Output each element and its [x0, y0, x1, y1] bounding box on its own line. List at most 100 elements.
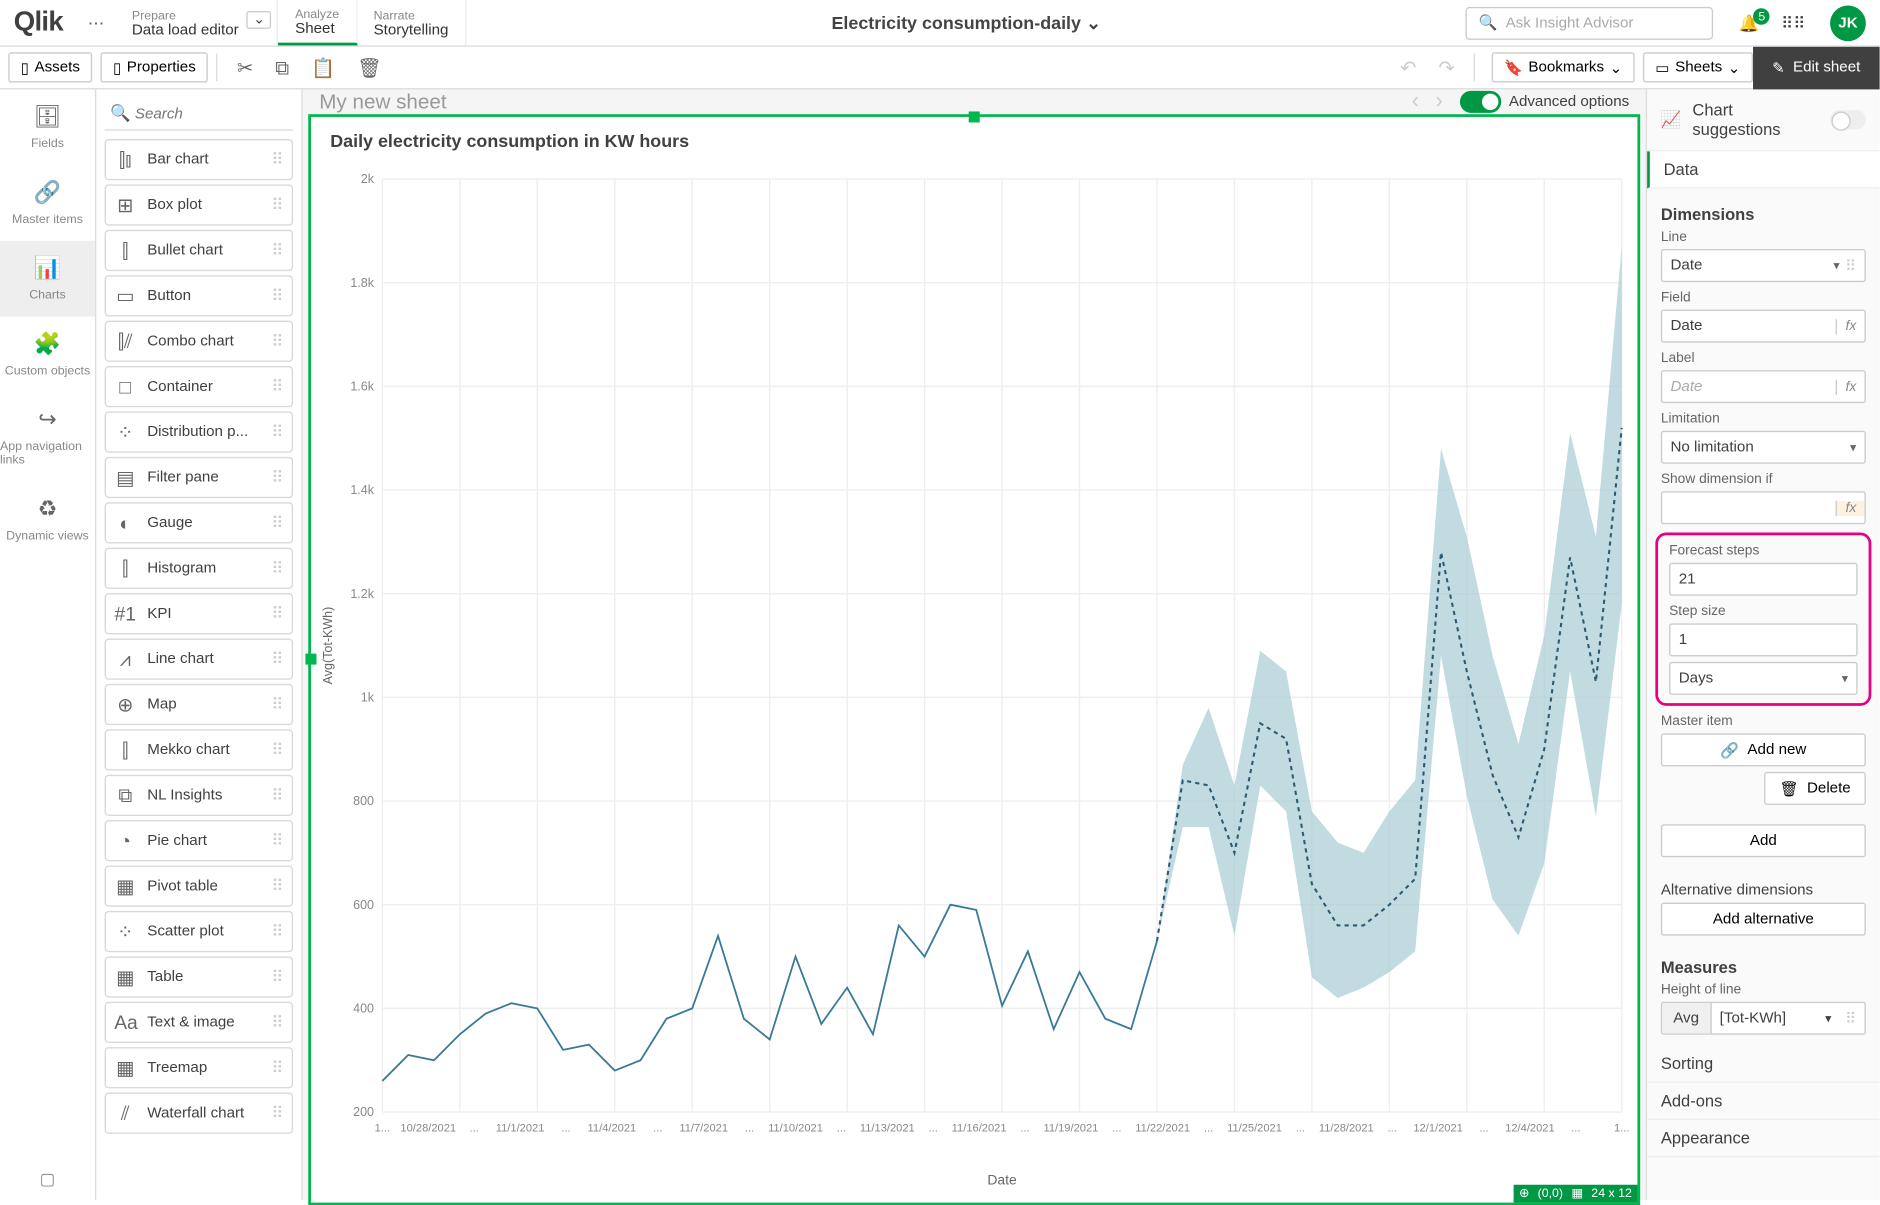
grip-icon[interactable]: ⠿ — [1845, 257, 1856, 275]
sheet-name[interactable]: My new sheet — [319, 90, 446, 113]
chart-type-label: Bullet chart — [147, 242, 223, 259]
sheets-button[interactable]: ▭Sheets ⌄ — [1643, 52, 1753, 82]
limitation-select[interactable]: No limitation▾ — [1661, 431, 1866, 464]
dimension-row[interactable]: Date▾⠿ — [1661, 249, 1866, 282]
limitation-label: Limitation — [1661, 411, 1866, 426]
chart-type-item[interactable]: ⫿Histogram⠿ — [105, 548, 294, 589]
user-avatar[interactable]: JK — [1830, 5, 1866, 41]
grip-icon[interactable]: ⠿ — [1845, 1009, 1864, 1027]
chart-type-label: Box plot — [147, 197, 202, 214]
nav-prepare[interactable]: Prepare Data load editor ⌄ — [115, 0, 278, 45]
chart-type-item[interactable]: #1KPI⠿ — [105, 593, 294, 634]
svg-text:11/10/2021: 11/10/2021 — [768, 1123, 823, 1135]
add-new-button[interactable]: 🔗Add new — [1661, 733, 1866, 766]
chevron-left-icon[interactable]: ‹ — [1403, 89, 1427, 114]
field-input[interactable]: Datefx — [1661, 310, 1866, 343]
fx-icon[interactable]: fx — [1836, 319, 1856, 334]
left-tab-dynamic[interactable]: ♻Dynamic views — [0, 482, 95, 558]
chart-type-item[interactable]: □Container⠿ — [105, 366, 294, 407]
chevron-down-icon[interactable]: ⌄ — [246, 11, 271, 29]
section-sorting[interactable]: Sorting — [1647, 1046, 1880, 1083]
label-input[interactable]: Datefx — [1661, 370, 1866, 403]
notifications-button[interactable]: 🔔 5 — [1728, 13, 1771, 32]
chart-type-item[interactable]: ⁘Scatter plot⠿ — [105, 911, 294, 952]
chart-type-item[interactable]: AaText & image⠿ — [105, 1002, 294, 1043]
add-button[interactable]: Add — [1661, 824, 1866, 857]
forecast-steps-input[interactable]: 21 — [1669, 563, 1858, 596]
chart-type-item[interactable]: ◐Gauge⠿ — [105, 502, 294, 543]
master-item-label: Master item — [1661, 714, 1866, 729]
measure-row[interactable]: Avg [Tot-KWh] ▾ ⠿ — [1661, 1002, 1866, 1035]
show-if-input[interactable]: fx — [1661, 491, 1866, 524]
chart-type-item[interactable]: ⫿Bullet chart⠿ — [105, 230, 294, 271]
delete-button[interactable]: 🗑Delete — [1764, 772, 1866, 805]
svg-text:...: ... — [561, 1123, 570, 1135]
paste-icon[interactable]: 📋 — [300, 56, 346, 79]
chart-type-item[interactable]: ⫿⫽Combo chart⠿ — [105, 321, 294, 362]
chart-type-item[interactable]: ⁘Distribution p...⠿ — [105, 411, 294, 452]
svg-text:...: ... — [745, 1123, 754, 1135]
chart-type-item[interactable]: ⩘Line chart⠿ — [105, 638, 294, 679]
left-tab-charts[interactable]: 📊Charts — [0, 241, 95, 317]
chart-type-icon: ⊕ — [114, 694, 136, 716]
nav-narrate[interactable]: Narrate Storytelling — [357, 0, 466, 45]
chevron-right-icon[interactable]: › — [1427, 89, 1451, 114]
fx-icon[interactable]: fx — [1836, 500, 1865, 515]
chart-type-label: Waterfall chart — [147, 1105, 244, 1122]
insight-search[interactable]: 🔍 Ask Insight Advisor — [1466, 6, 1714, 39]
left-tabs-bottom-icon[interactable]: ▢ — [0, 1159, 95, 1200]
svg-text:12/1/2021: 12/1/2021 — [1413, 1123, 1463, 1135]
grip-icon: ⠿ — [271, 1013, 283, 1032]
left-tab-master[interactable]: 🔗Master items — [0, 165, 95, 241]
chart-type-item[interactable]: ▦Treemap⠿ — [105, 1047, 294, 1088]
section-appearance[interactable]: Appearance — [1647, 1120, 1880, 1157]
left-tab-fields[interactable]: 🗄Fields — [0, 89, 95, 165]
chart-suggestions-toggle[interactable] — [1829, 110, 1865, 129]
chart-canvas[interactable]: Daily electricity consumption in KW hour… — [308, 114, 1640, 1205]
chart-type-item[interactable]: ▭Button⠿ — [105, 275, 294, 316]
section-data[interactable]: Data — [1647, 151, 1880, 188]
section-addons[interactable]: Add-ons — [1647, 1083, 1880, 1120]
undo-icon[interactable]: ↶ — [1389, 56, 1427, 79]
left-tab-appnav[interactable]: ↪App navigation links — [0, 392, 95, 481]
app-launcher-icon[interactable]: ⠿⠿ — [1770, 13, 1816, 32]
more-icon[interactable]: ⋯ — [77, 13, 116, 32]
chart-type-item[interactable]: ▤Filter pane⠿ — [105, 457, 294, 498]
chart-type-item[interactable]: ◔Pie chart⠿ — [105, 820, 294, 861]
cut-icon[interactable]: ✂ — [226, 56, 264, 79]
chart-type-item[interactable]: ⫿Mekko chart⠿ — [105, 729, 294, 770]
svg-text:...: ... — [1479, 1123, 1488, 1135]
qlik-logo: Qlik — [0, 7, 77, 39]
chart-type-item[interactable]: ⧉NL Insights⠿ — [105, 775, 294, 816]
edit-sheet-button[interactable]: ✎Edit sheet — [1753, 46, 1880, 89]
properties-button[interactable]: ▯Properties — [101, 52, 209, 82]
bookmarks-button[interactable]: 🔖Bookmarks ⌄ — [1492, 52, 1635, 82]
assets-button[interactable]: ▯Assets — [8, 52, 92, 82]
advanced-options-label: Advanced options — [1509, 94, 1629, 111]
chart-type-label: Map — [147, 696, 176, 713]
nav-analyze[interactable]: Analyze Sheet — [279, 0, 357, 45]
chart-type-item[interactable]: ▦Table⠿ — [105, 956, 294, 997]
chart-type-icon: ▭ — [114, 285, 136, 307]
app-title[interactable]: Electricity consumption-daily ⌄ — [466, 12, 1466, 34]
chart-type-item[interactable]: ⊞Box plot⠿ — [105, 184, 294, 225]
chart-type-item[interactable]: ⫽Waterfall chart⠿ — [105, 1093, 294, 1134]
chart-type-item[interactable]: ⫿⫾Bar chart⠿ — [105, 139, 294, 180]
copy-icon[interactable]: ⧉ — [264, 56, 300, 79]
fx-icon[interactable]: fx — [1836, 379, 1856, 394]
chart-type-item[interactable]: ▦Pivot table⠿ — [105, 866, 294, 907]
svg-text:11/13/2021: 11/13/2021 — [860, 1123, 915, 1135]
chart-search-input[interactable] — [105, 98, 294, 131]
step-size-input[interactable]: 1 — [1669, 623, 1858, 656]
line-label: Line — [1661, 230, 1866, 245]
svg-text:...: ... — [929, 1123, 938, 1135]
svg-text:1.8k: 1.8k — [350, 276, 374, 290]
svg-text:11/1/2021: 11/1/2021 — [496, 1123, 545, 1135]
add-alternative-button[interactable]: Add alternative — [1661, 903, 1866, 936]
delete-icon[interactable]: 🗑 — [346, 56, 392, 79]
step-size-unit-select[interactable]: Days▾ — [1669, 662, 1858, 695]
advanced-options-toggle[interactable] — [1459, 91, 1500, 113]
left-tab-custom[interactable]: 🧩Custom objects — [0, 316, 95, 392]
chart-type-item[interactable]: ⊕Map⠿ — [105, 684, 294, 725]
redo-icon[interactable]: ↷ — [1427, 56, 1465, 79]
